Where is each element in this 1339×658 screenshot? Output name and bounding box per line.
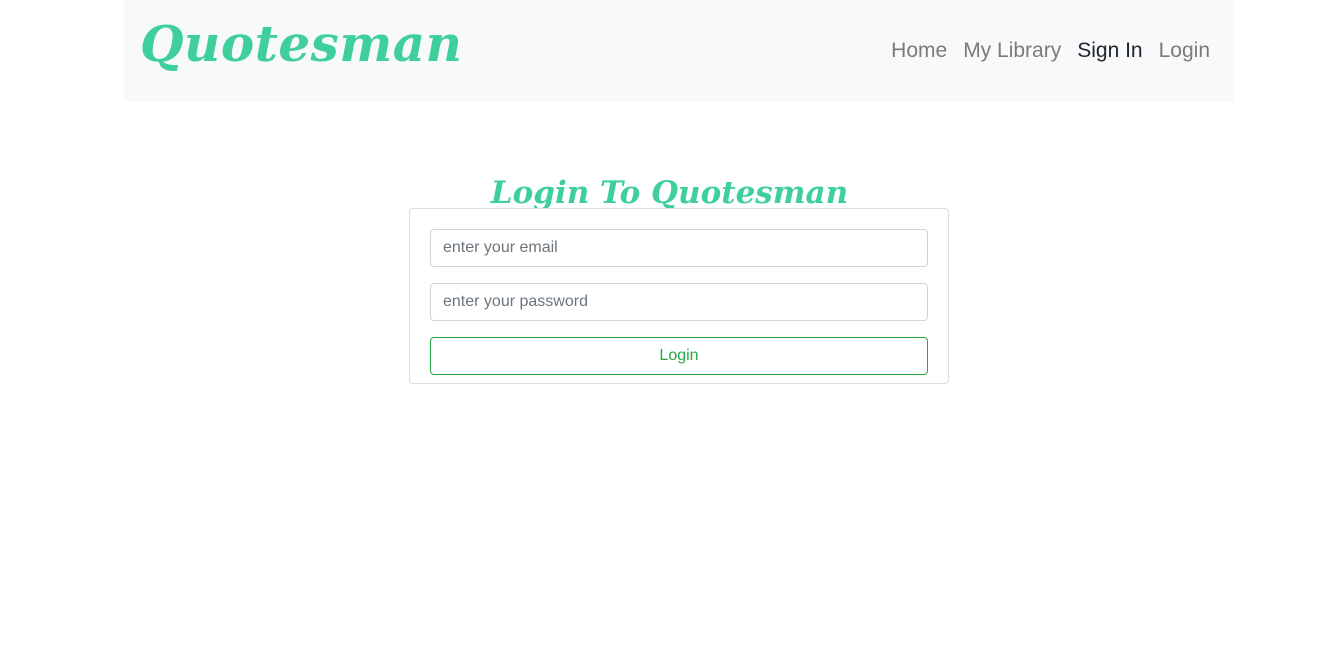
password-input[interactable] (430, 283, 928, 321)
nav-link-home[interactable]: Home (891, 39, 947, 63)
nav-links: Home My Library Sign In Login (891, 0, 1210, 102)
nav-link-sign-in[interactable]: Sign In (1077, 39, 1142, 63)
nav-link-login[interactable]: Login (1159, 39, 1210, 63)
brand-logo[interactable]: Quotesman (140, 14, 462, 74)
login-form: Login (409, 208, 949, 384)
navbar: Quotesman Home My Library Sign In Login (124, 0, 1234, 102)
nav-link-my-library[interactable]: My Library (963, 39, 1061, 63)
email-input[interactable] (430, 229, 928, 267)
login-button[interactable]: Login (430, 337, 928, 375)
